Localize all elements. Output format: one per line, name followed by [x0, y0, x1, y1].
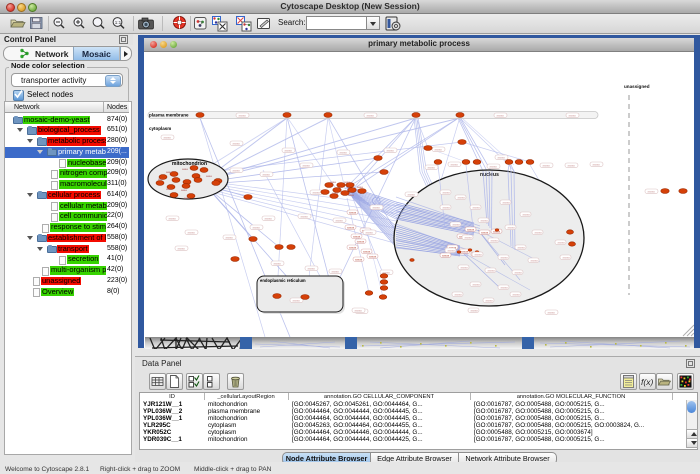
svg-text:endoplasmic reticulum: endoplasmic reticulum: [260, 278, 306, 283]
svg-text:aaaaa: aaaaa: [461, 250, 469, 253]
svg-text:aaaaa: aaaaa: [347, 226, 355, 229]
svg-text:aaaaa: aaaaa: [593, 163, 601, 166]
svg-text:aaaaa: aaaaa: [488, 269, 496, 272]
svg-text:aaaaa: aaaaa: [164, 136, 172, 139]
svg-text:aaaaa: aaaaa: [513, 293, 521, 296]
svg-text:aaaaa: aaaaa: [451, 163, 459, 166]
svg-text:aaaaa: aaaaa: [473, 206, 481, 209]
svg-text:aaaaa: aaaaa: [353, 235, 361, 238]
svg-text:aaaaa: aaaaa: [373, 206, 381, 209]
svg-text:aaaaa: aaaaa: [503, 201, 511, 204]
svg-text:aaaaa: aaaaa: [387, 149, 395, 152]
svg-text:aaaaa: aaaaa: [501, 256, 509, 259]
svg-text:aaaaa: aaaaa: [443, 206, 451, 209]
svg-text:aaaaa: aaaaa: [481, 231, 489, 234]
svg-text:aaaaa: aaaaa: [518, 246, 526, 249]
svg-text:aaaaa: aaaaa: [490, 165, 498, 168]
svg-text:aaaaa: aaaaa: [233, 169, 241, 172]
svg-text:aaaaa: aaaaa: [263, 173, 271, 176]
svg-text:cytoplasm: cytoplasm: [149, 126, 171, 131]
svg-text:aaaa: aaaa: [184, 197, 190, 200]
svg-text:aaaaa: aaaaa: [475, 253, 483, 256]
svg-text:aaaaa: aaaaa: [293, 299, 301, 302]
svg-text:aaaaa: aaaaa: [366, 231, 374, 234]
svg-text:aaaaa: aaaaa: [301, 215, 309, 218]
svg-text:aaaaa: aaaaa: [408, 193, 416, 196]
svg-text:aaaaa: aaaaa: [563, 256, 571, 259]
svg-text:aaaa: aaaa: [348, 194, 354, 197]
svg-text:aaaa: aaaa: [206, 175, 212, 178]
svg-text:aaaaa: aaaaa: [543, 164, 551, 167]
svg-text:aaaaa: aaaaa: [274, 262, 282, 265]
svg-text:aaaaa: aaaaa: [233, 142, 241, 145]
svg-text:aaaa: aaaa: [182, 168, 188, 171]
svg-text:aaaaa: aaaaa: [523, 213, 531, 216]
svg-text:aaaaa: aaaaa: [461, 266, 469, 269]
svg-text:aaaaa: aaaaa: [471, 309, 479, 312]
svg-text:mitochondrion: mitochondrion: [172, 161, 207, 167]
svg-text:aaaaa: aaaaa: [265, 217, 273, 220]
svg-text:aaaaa: aaaaa: [455, 293, 463, 296]
svg-text:aaaaa: aaaaa: [568, 164, 576, 167]
svg-text:aaaaa: aaaaa: [498, 156, 506, 159]
svg-text:aaaaa: aaaaa: [357, 240, 365, 243]
svg-text:aaaaa: aaaaa: [308, 267, 316, 270]
svg-text:f(x): f(x): [641, 377, 653, 387]
svg-text:aaaaa: aaaaa: [340, 151, 348, 154]
svg-text:aaaaa: aaaaa: [448, 249, 456, 252]
svg-text:aaaaa: aaaaa: [481, 219, 489, 222]
svg-text:aaaaa: aaaaa: [367, 114, 375, 117]
svg-text:aaaaa: aaaaa: [349, 246, 357, 249]
svg-text:aaaa: aaaa: [330, 181, 336, 184]
svg-text:aaaaa: aaaaa: [501, 286, 509, 289]
svg-text:aaaaa: aaaaa: [648, 190, 656, 193]
svg-text:aaaaa: aaaaa: [548, 311, 556, 314]
svg-text:aaaaa: aaaaa: [458, 196, 466, 199]
svg-text:aaaaa: aaaaa: [239, 114, 247, 117]
svg-text:aaaa: aaaa: [357, 186, 363, 189]
svg-text:aaaaa: aaaaa: [569, 114, 577, 117]
svg-text:plasma membrane: plasma membrane: [149, 113, 189, 118]
svg-text:aaaa: aaaa: [166, 188, 172, 191]
svg-text:aaaaa: aaaaa: [355, 309, 363, 312]
svg-text:aaaaa: aaaaa: [363, 250, 371, 253]
svg-text:aaaaa: aaaaa: [508, 226, 516, 229]
svg-text:aaaaa: aaaaa: [515, 271, 523, 274]
svg-text:aaaaa: aaaaa: [531, 259, 539, 262]
svg-text:aaaa: aaaa: [344, 181, 350, 184]
svg-text:aaaaa: aaaaa: [467, 228, 475, 231]
svg-text:aaaaa: aaaaa: [188, 231, 196, 234]
svg-text:aaaaa: aaaaa: [285, 149, 293, 152]
svg-text:aaaa: aaaa: [158, 178, 164, 181]
svg-text:aaaaa: aaaaa: [435, 148, 443, 151]
svg-text:aaaaa: aaaaa: [558, 241, 566, 244]
svg-text:aaaa: aaaa: [332, 192, 338, 195]
svg-text:aaaaa: aaaaa: [332, 270, 340, 273]
svg-text:aaaaa: aaaaa: [355, 258, 363, 261]
svg-text:aaaaa: aaaaa: [491, 239, 499, 242]
svg-text:unassigned: unassigned: [624, 84, 650, 89]
svg-text:aaaa: aaaa: [181, 189, 187, 192]
svg-text:aaaaa: aaaaa: [473, 283, 481, 286]
svg-text:aaaaa: aaaaa: [178, 247, 186, 250]
svg-text:aaaaa: aaaaa: [169, 217, 177, 220]
svg-text:1:1: 1:1: [115, 20, 122, 25]
svg-text:aaaaa: aaaaa: [497, 114, 505, 117]
svg-text:aaaaa: aaaaa: [226, 236, 234, 239]
svg-text:aaaaa: aaaaa: [303, 164, 311, 167]
svg-text:aaaaa: aaaaa: [336, 219, 344, 222]
svg-text:aaaa: aaaa: [166, 171, 172, 174]
svg-text:aaaaa: aaaaa: [313, 191, 321, 194]
svg-text:aaaaa: aaaaa: [465, 236, 473, 239]
svg-text:aaaaa: aaaaa: [253, 226, 261, 229]
svg-text:aaaaa: aaaaa: [486, 299, 494, 302]
svg-text:aaaaa: aaaaa: [369, 255, 377, 258]
svg-text:aaaaa: aaaaa: [453, 223, 461, 226]
svg-text:aaaaa: aaaaa: [442, 254, 450, 257]
svg-text:aaaaa: aaaaa: [428, 166, 436, 169]
svg-text:aaaaa: aaaaa: [535, 231, 543, 234]
svg-text:aaaaa: aaaaa: [349, 211, 357, 214]
svg-text:aaaaa: aaaaa: [443, 191, 451, 194]
